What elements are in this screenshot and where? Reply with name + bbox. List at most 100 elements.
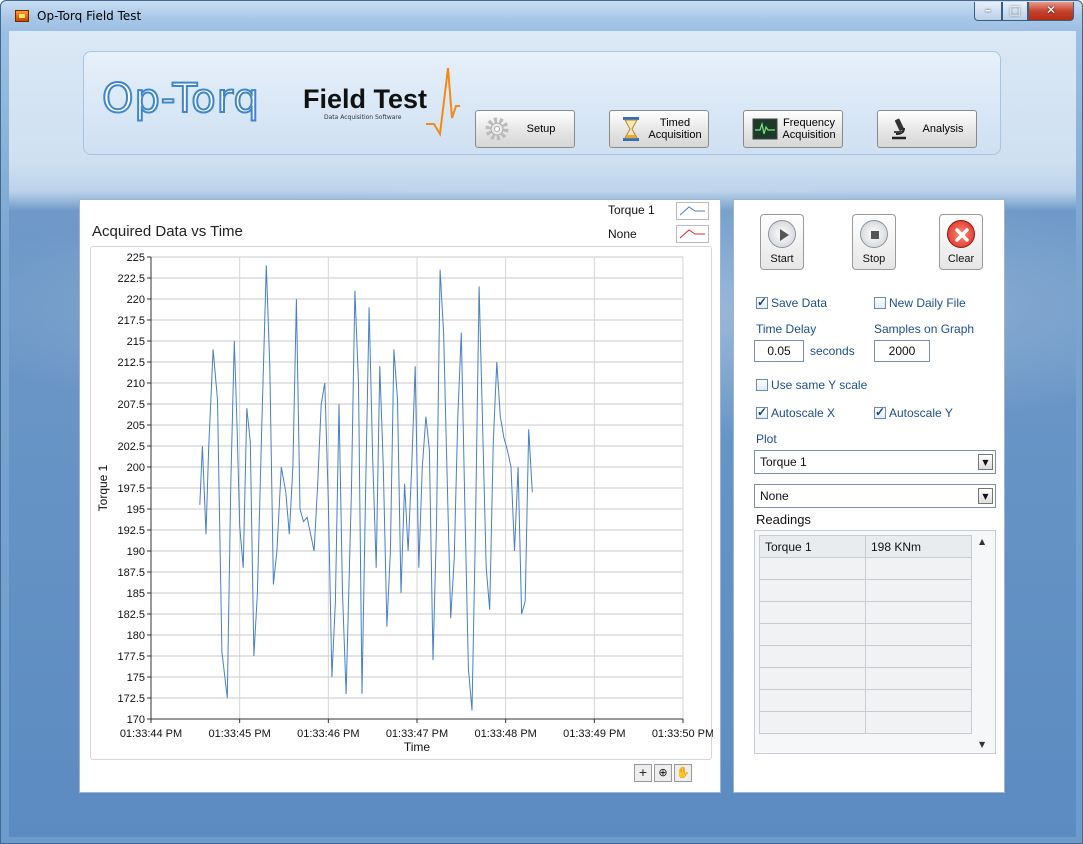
checkbox-box[interactable] [756,295,768,309]
time-delay-label: Time Delay [756,322,817,336]
x-tick-label: 01:33:46 PM [297,728,359,740]
x-tick-label: 01:33:45 PM [208,728,270,740]
table-row [759,623,972,646]
minimize-button[interactable]: – [974,2,1002,21]
y-tick-label: 205 [127,420,145,432]
setup-button[interactable]: Setup [475,110,575,148]
stop-label: Stop [862,253,886,265]
title-bar[interactable]: Op-Torq Field Test – □ ✕ [1,1,1082,31]
table-row [759,667,972,690]
y-tick-label: 215 [127,336,145,348]
new-daily-file-label: New Daily File [889,296,966,310]
stop-button[interactable]: Stop [852,214,896,270]
logo-product: Field Test [303,84,428,114]
gear-icon [485,117,509,141]
legend-swatch-torque-1[interactable] [676,202,709,220]
reading-value-cell[interactable] [865,579,972,602]
new-daily-file-checkbox[interactable]: New Daily File [874,296,966,310]
cursor-icon[interactable]: + [634,764,652,782]
start-button[interactable]: Start [760,214,804,270]
reading-channel-cell[interactable] [759,623,866,646]
autoscale-x-label: Autoscale X [771,406,836,420]
logo: Op-Torq Field Test Data Acquisition Soft… [100,67,460,140]
frequency-acquisition-button[interactable]: Frequency Acquisition [743,110,843,148]
zoom-icon[interactable]: ⊕ [654,764,672,782]
reading-value-cell[interactable]: 198 KNm [865,535,972,558]
analysis-label: Analysis [922,123,964,135]
scroll-down-icon[interactable]: ▼ [979,740,985,749]
clear-button[interactable]: Clear [939,214,983,270]
y-tick-label: 175 [127,672,145,684]
y-axis-label: Torque 1 [96,464,110,511]
time-delay-input[interactable]: 0.05 [754,340,804,362]
legend-line-icon [679,229,705,239]
dropdown-arrow-icon[interactable]: ▼ [978,454,993,470]
plot-select-2[interactable]: None ▼ [754,484,996,508]
checkbox-box[interactable] [874,297,886,309]
autoscale-y-checkbox[interactable]: Autoscale Y [874,405,953,420]
x-tick-label: 01:33:44 PM [120,728,182,740]
readings-table: Torque 1 198 KNm ▲ ▼ [754,530,996,754]
reading-value-cell[interactable] [865,667,972,690]
scroll-up-icon[interactable]: ▲ [979,537,985,546]
analysis-button[interactable]: Analysis [877,110,977,148]
maximize-icon: □ [1009,3,1021,17]
control-panel: Start Stop Clear Save Data New Daily Fil… [733,199,1005,793]
table-row [759,557,972,580]
y-tick-label: 180 [127,630,145,642]
y-tick-label: 217.5 [117,315,145,327]
y-tick-label: 200 [127,462,145,474]
reading-channel-cell[interactable] [759,667,866,690]
timed-label-line1: Timed [659,117,691,129]
x-tick-label: 01:33:49 PM [563,728,625,740]
y-tick-label: 222.5 [117,273,145,285]
line-chart[interactable]: 225 222.5 220 217.5 215 212.5 210 207.5 205 202.5… [91,247,713,761]
reading-value-cell[interactable] [865,689,972,712]
checkbox-box[interactable] [874,405,886,419]
plot-select-2-value: None [760,489,789,503]
dropdown-arrow-icon[interactable]: ▼ [978,488,993,504]
reading-channel-cell[interactable] [759,689,866,712]
save-data-checkbox[interactable]: Save Data [756,295,828,310]
samples-on-graph-input[interactable]: 2000 [874,340,930,362]
reading-channel-cell[interactable] [759,645,866,668]
y-tick-label: 210 [127,378,145,390]
microscope-icon [892,118,906,140]
reading-value-cell[interactable] [865,711,972,734]
readings-scrollbar[interactable]: ▲ ▼ [977,537,991,749]
autoscale-x-checkbox[interactable]: Autoscale X [756,405,836,420]
window-title: Op-Torq Field Test [37,9,142,23]
reading-value-cell[interactable] [865,601,972,624]
timed-acquisition-button[interactable]: Timed Acquisition [609,110,709,148]
save-data-label: Save Data [771,296,828,310]
plot-select-1-value: Torque 1 [760,455,807,469]
plot-area[interactable]: 225 222.5 220 217.5 215 212.5 210 207.5 205 202.5… [90,246,713,761]
app-window: Op-Torq Field Test – □ ✕ Op-Torq Field T… [0,0,1083,844]
plot-select-1[interactable]: Torque 1 ▼ [754,450,996,474]
oscilloscope-icon [752,118,778,140]
reading-channel-cell[interactable] [759,579,866,602]
checkbox-box[interactable] [756,379,768,391]
y-tick-label: 177.5 [117,651,145,663]
legend-swatch-none[interactable] [676,225,709,243]
legend-line-icon [679,206,705,216]
checkbox-box[interactable] [756,405,768,419]
maximize-button[interactable]: □ [1002,2,1028,21]
reading-value-cell[interactable] [865,623,972,646]
graph-panel: Acquired Data vs Time Torque 1 None 225 2… [79,199,721,793]
reading-channel-cell[interactable] [759,557,866,580]
use-same-y-scale-checkbox[interactable]: Use same Y scale [756,378,867,392]
reading-channel-cell[interactable] [759,601,866,624]
hourglass-icon [623,117,639,141]
use-same-y-scale-label: Use same Y scale [771,378,868,392]
pan-hand-icon[interactable]: ✋ [674,764,692,782]
close-button[interactable]: ✕ [1028,2,1074,21]
reading-channel-cell[interactable]: Torque 1 [759,535,866,558]
reading-value-cell[interactable] [865,645,972,668]
logo-subtitle: Data Acquisition Software [324,114,402,121]
y-tick-label: 187.5 [117,567,145,579]
stop-icon [860,220,888,248]
reading-value-cell[interactable] [865,557,972,580]
clear-x-icon [947,220,975,248]
reading-channel-cell[interactable] [759,711,866,734]
